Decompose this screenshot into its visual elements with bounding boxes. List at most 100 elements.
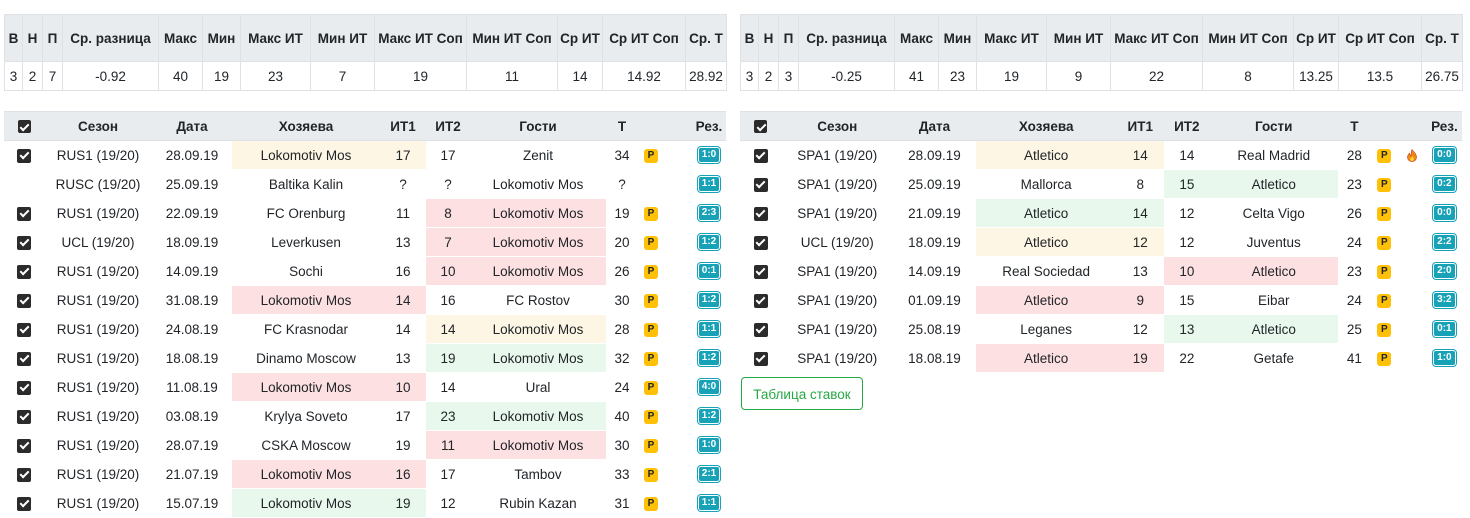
row-select-checkbox[interactable]	[740, 227, 782, 257]
col-header-home[interactable]: Хозяева	[975, 111, 1117, 141]
checkbox-icon[interactable]	[753, 177, 768, 192]
p-badge-cell: P	[1370, 169, 1398, 199]
row-select-checkbox[interactable]	[740, 256, 782, 286]
checkbox-icon[interactable]	[17, 351, 31, 366]
col-header-result[interactable]: Рез.	[692, 111, 726, 141]
it2-cell: 15	[1164, 169, 1210, 199]
p-badge[interactable]: P	[644, 206, 658, 221]
row-select-checkbox[interactable]	[4, 169, 44, 199]
p-badge[interactable]: P	[644, 322, 658, 337]
col-header-season[interactable]: Сезон	[781, 111, 894, 141]
row-select-checkbox[interactable]	[4, 256, 44, 286]
checkbox-icon[interactable]	[17, 467, 31, 482]
result-cell: 0:2	[1426, 169, 1462, 199]
checkbox-icon[interactable]	[753, 148, 768, 163]
checkbox-icon[interactable]	[753, 206, 768, 221]
col-header-it1[interactable]: ИТ1	[380, 111, 426, 141]
p-badge[interactable]: P	[1377, 235, 1392, 250]
p-badge[interactable]: P	[1377, 177, 1392, 192]
p-badge[interactable]: P	[1377, 351, 1392, 366]
checkbox-icon[interactable]	[17, 206, 31, 221]
checkbox-icon[interactable]	[17, 409, 31, 424]
checkbox-icon[interactable]	[17, 264, 31, 279]
checkbox-icon[interactable]	[17, 120, 31, 134]
match-row: RUS1 (19/20) 22.09.19 FC Orenburg 11 8 Lokomo…	[4, 198, 726, 228]
col-header-home[interactable]: Хозяева	[232, 111, 380, 141]
p-badge[interactable]: P	[1377, 264, 1392, 279]
col-header-date[interactable]: Дата	[893, 111, 976, 141]
col-header-season[interactable]: Сезон	[44, 111, 152, 141]
checkbox-icon[interactable]	[17, 293, 31, 308]
select-all-checkbox[interactable]	[740, 111, 782, 141]
date-cell: 14.09.19	[152, 256, 232, 286]
checkbox-icon[interactable]	[17, 380, 31, 395]
checkbox-icon[interactable]	[753, 293, 768, 308]
p-badge[interactable]: P	[1377, 206, 1392, 221]
row-select-checkbox[interactable]	[4, 227, 44, 257]
season-cell: SPA1 (19/20)	[781, 314, 894, 344]
checkbox-icon[interactable]	[17, 438, 31, 453]
away-team-cell: Lokomotiv Mos	[470, 401, 606, 431]
p-badge[interactable]: P	[644, 351, 658, 366]
p-badge[interactable]: P	[1377, 322, 1392, 337]
row-select-checkbox[interactable]	[4, 488, 44, 518]
row-select-checkbox[interactable]	[740, 343, 782, 373]
away-team-cell: Getafe	[1209, 343, 1338, 373]
col-header-away[interactable]: Гости	[1209, 111, 1338, 141]
row-select-checkbox[interactable]	[4, 372, 44, 402]
checkbox-icon[interactable]	[17, 496, 31, 511]
p-badge[interactable]: P	[1377, 293, 1392, 308]
select-all-checkbox[interactable]	[4, 111, 44, 141]
row-select-checkbox[interactable]	[740, 169, 782, 199]
checkbox-icon[interactable]	[17, 322, 31, 337]
col-header-it1[interactable]: ИТ1	[1116, 111, 1165, 141]
row-select-checkbox[interactable]	[740, 285, 782, 315]
date-cell: 18.09.19	[893, 227, 976, 257]
row-select-checkbox[interactable]	[4, 314, 44, 344]
row-select-checkbox[interactable]	[4, 198, 44, 228]
row-select-checkbox[interactable]	[740, 198, 782, 228]
checkbox-icon[interactable]	[753, 351, 768, 366]
p-badge[interactable]: P	[644, 409, 658, 424]
season-cell: UCL (19/20)	[44, 227, 152, 257]
checkbox-icon[interactable]	[17, 148, 31, 163]
p-badge[interactable]: P	[644, 235, 658, 250]
p-badge[interactable]: P	[644, 438, 658, 453]
row-select-checkbox[interactable]	[4, 285, 44, 315]
result-cell: 0:0	[1426, 198, 1462, 228]
row-select-checkbox[interactable]	[740, 314, 782, 344]
p-badge[interactable]: P	[1377, 148, 1392, 163]
p-badge[interactable]: P	[644, 293, 658, 308]
col-header-total[interactable]: Т	[606, 111, 638, 141]
date-cell: 28.09.19	[893, 140, 976, 170]
date-cell: 21.07.19	[152, 459, 232, 489]
p-badge[interactable]: P	[644, 148, 658, 163]
col-header-result[interactable]: Рез.	[1426, 111, 1462, 141]
checkbox-icon[interactable]	[753, 264, 768, 279]
row-select-checkbox[interactable]	[4, 459, 44, 489]
checkbox-icon[interactable]	[754, 120, 768, 134]
total-cell: 24	[1337, 285, 1371, 315]
p-badge[interactable]: P	[644, 496, 658, 511]
row-select-checkbox[interactable]	[4, 343, 44, 373]
row-select-checkbox[interactable]	[4, 140, 44, 170]
col-header-away[interactable]: Гости	[470, 111, 606, 141]
p-badge-cell: P	[1370, 140, 1398, 170]
p-badge[interactable]: P	[644, 264, 658, 279]
col-header-it2[interactable]: ИТ2	[1164, 111, 1210, 141]
row-select-checkbox[interactable]	[4, 430, 44, 460]
col-header-date[interactable]: Дата	[152, 111, 232, 141]
fire-icon	[1407, 149, 1418, 163]
home-team-cell: Atletico	[975, 343, 1117, 373]
checkbox-icon[interactable]	[753, 235, 768, 250]
checkbox-icon[interactable]	[17, 235, 31, 250]
col-header-it2[interactable]: ИТ2	[426, 111, 470, 141]
col-header-total[interactable]: Т	[1337, 111, 1371, 141]
row-select-checkbox[interactable]	[4, 401, 44, 431]
bets-table-button[interactable]: Таблица ставок	[741, 377, 863, 410]
it1-cell: 14	[380, 314, 426, 344]
p-badge[interactable]: P	[644, 380, 658, 395]
p-badge[interactable]: P	[644, 467, 658, 482]
checkbox-icon[interactable]	[753, 322, 768, 337]
row-select-checkbox[interactable]	[740, 140, 782, 170]
